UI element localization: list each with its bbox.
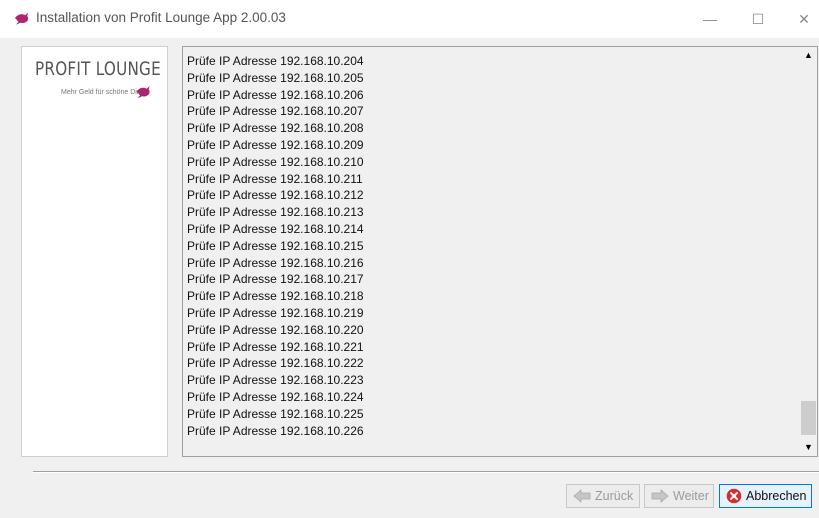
log-line: Prüfe IP Adresse 192.168.10.226 bbox=[187, 423, 364, 438]
log-line: Prüfe IP Adresse 192.168.10.218 bbox=[187, 289, 364, 304]
maximize-icon: ☐ bbox=[751, 11, 765, 27]
scroll-down-button[interactable]: ▼ bbox=[800, 439, 817, 456]
arrow-left-icon bbox=[573, 489, 591, 503]
minimize-button[interactable]: — bbox=[687, 0, 733, 38]
log-line: Prüfe IP Adresse 192.168.10.209 bbox=[187, 137, 364, 152]
separator bbox=[33, 471, 819, 473]
log-line: Prüfe IP Adresse 192.168.10.211 bbox=[187, 171, 363, 186]
bird-logo-icon bbox=[136, 85, 150, 99]
log-line: Prüfe IP Adresse 192.168.10.215 bbox=[187, 238, 364, 253]
vertical-scrollbar[interactable]: ▲ ▼ bbox=[800, 47, 817, 456]
log-line: Prüfe IP Adresse 192.168.10.224 bbox=[187, 389, 364, 404]
log-line: Prüfe IP Adresse 192.168.10.205 bbox=[187, 70, 364, 85]
cancel-icon bbox=[726, 488, 742, 504]
logo-panel: PROFIT LOUNGE Mehr Geld für schöne Dinge bbox=[21, 46, 168, 457]
log-line: Prüfe IP Adresse 192.168.10.222 bbox=[187, 356, 364, 371]
log-line: Prüfe IP Adresse 192.168.10.206 bbox=[187, 87, 364, 102]
scroll-thumb[interactable] bbox=[801, 401, 816, 435]
next-button-label: Weiter bbox=[673, 489, 709, 503]
log-line: Prüfe IP Adresse 192.168.10.220 bbox=[187, 322, 364, 337]
log-line: Prüfe IP Adresse 192.168.10.221 bbox=[187, 339, 364, 354]
back-button[interactable]: Zurück bbox=[566, 484, 640, 508]
maximize-button[interactable]: ☐ bbox=[735, 0, 781, 38]
log-line: Prüfe IP Adresse 192.168.10.208 bbox=[187, 121, 364, 136]
cancel-button-label: Abbrechen bbox=[746, 489, 807, 503]
next-button[interactable]: Weiter bbox=[644, 484, 714, 508]
bird-logo-icon bbox=[14, 12, 29, 25]
log-line: Prüfe IP Adresse 192.168.10.210 bbox=[187, 154, 364, 169]
logo-title: PROFIT LOUNGE bbox=[35, 58, 161, 80]
cancel-button[interactable]: Abbrechen bbox=[719, 484, 812, 508]
log-line: Prüfe IP Adresse 192.168.10.219 bbox=[187, 305, 364, 320]
log-line: Prüfe IP Adresse 192.168.10.217 bbox=[187, 272, 364, 287]
log-line: Prüfe IP Adresse 192.168.10.214 bbox=[187, 221, 364, 236]
log-lines: Prüfe IP Adresse 192.168.10.204 Prüfe IP … bbox=[187, 53, 795, 439]
back-button-label: Zurück bbox=[595, 489, 634, 503]
log-line: Prüfe IP Adresse 192.168.10.207 bbox=[187, 104, 364, 119]
close-icon: ✕ bbox=[798, 11, 810, 27]
title-bar: Installation von Profit Lounge App 2.00.… bbox=[0, 0, 819, 38]
log-line: Prüfe IP Adresse 192.168.10.212 bbox=[187, 188, 364, 203]
log-line: Prüfe IP Adresse 192.168.10.204 bbox=[187, 54, 364, 68]
window-title: Installation von Profit Lounge App 2.00.… bbox=[36, 10, 286, 25]
arrow-down-icon: ▼ bbox=[804, 442, 813, 452]
log-line: Prüfe IP Adresse 192.168.10.216 bbox=[187, 255, 364, 270]
scroll-up-button[interactable]: ▲ bbox=[800, 47, 817, 64]
arrow-up-icon: ▲ bbox=[804, 50, 813, 60]
minimize-icon: — bbox=[703, 11, 717, 27]
log-line: Prüfe IP Adresse 192.168.10.213 bbox=[187, 205, 364, 220]
close-button[interactable]: ✕ bbox=[781, 0, 819, 38]
log-line: Prüfe IP Adresse 192.168.10.223 bbox=[187, 373, 364, 388]
arrow-right-icon bbox=[651, 489, 669, 503]
log-line: Prüfe IP Adresse 192.168.10.225 bbox=[187, 406, 364, 421]
install-log[interactable]: Prüfe IP Adresse 192.168.10.204 Prüfe IP … bbox=[182, 46, 818, 457]
